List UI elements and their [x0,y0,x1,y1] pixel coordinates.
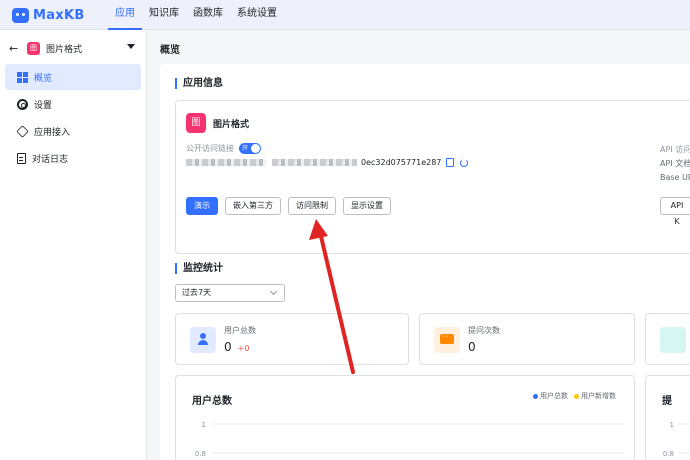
chart-card-users: 用户总数 用户总数 用户新增数 1 0.8 [175,375,635,460]
questions-line-chart: 10.8 [663,421,690,458]
public-link-label: 公开访问链接 开 [186,143,261,154]
overview-panel: 应用信息 图 图片格式 公开访问链接 开 0ec32d075771e287 AP… [160,64,690,460]
brand-logo[interactable]: MaxKB [12,6,85,24]
y-tick-label: 1 [670,421,674,429]
redacted-url-prefix [186,159,266,166]
stat-delta: +0 [237,344,250,353]
demo-button[interactable]: 演示 [186,197,218,215]
y-tick-label: 0.8 [195,450,206,458]
chart-card-questions: 提 1 0.8 [645,375,690,460]
sidebar-item-chat-log[interactable]: 对话日志 [5,145,141,171]
sidebar: ← 图 图片格式 概览 设置 应用接入 对话日志 [0,30,147,460]
back-arrow-icon[interactable]: ← [9,42,21,55]
stat-value-number: 0 [224,340,232,354]
section-title-app-info: 应用信息 [175,78,223,89]
sidebar-item-settings[interactable]: 设置 [5,91,141,117]
refresh-icon[interactable] [460,158,469,167]
stat-value: 0 [468,340,476,354]
sidebar-menu: 概览 设置 应用接入 对话日志 [5,64,141,172]
stat-value: 0 +0 [224,340,249,354]
app-info-card: 图 图片格式 公开访问链接 开 0ec32d075771e287 API 访问 … [175,100,690,254]
chevron-down-icon[interactable] [127,44,135,49]
stat-label: 用户总数 [224,326,256,335]
y-tick-label: 1 [202,421,206,429]
base-url-label: Base UR [660,173,690,182]
time-range-select[interactable]: 过去7天 [175,284,285,302]
app-avatar: 图 [27,41,40,55]
robot-logo-icon [12,7,29,23]
message-icon [434,327,460,353]
sidebar-item-label: 对话日志 [32,154,69,165]
app-switcher[interactable]: ← 图 图片格式 [9,39,137,57]
api-key-button[interactable]: API K [660,197,690,226]
nav-tab-functions[interactable]: 函数库 [186,0,230,30]
y-tick-label: 0.8 [663,450,674,458]
token-icon [660,327,686,353]
page-title: 概览 [160,45,180,56]
public-link-text[interactable]: 0ec32d075771e287 [361,158,441,167]
sidebar-item-app-access[interactable]: 应用接入 [5,118,141,144]
users-line-chart: 10.8 [195,421,624,458]
copy-icon[interactable] [446,158,455,167]
stat-label: 提问次数 [468,326,500,335]
public-link-toggle[interactable]: 开 [239,143,261,154]
top-navigation-bar: MaxKB 应用 知识库 函数库 系统设置 [0,0,690,30]
document-icon [17,152,26,164]
gear-icon [17,98,28,110]
api-info: API 访问 API 文档 Base UR [660,143,690,185]
user-icon [190,327,216,353]
redacted-url-middle [272,159,357,166]
display-settings-button[interactable]: 显示设置 [343,197,391,215]
stat-card-partial [645,313,690,365]
main-area: 概览 应用信息 图 图片格式 公开访问链接 开 0ec32d075771e287… [147,30,690,460]
embed-third-party-button[interactable]: 嵌入第三方 [225,197,281,215]
app-name: 图片格式 [213,120,250,130]
chevron-down-icon [269,287,278,296]
cube-icon [16,124,29,138]
app-name: 图片格式 [46,44,83,55]
app-avatar: 图 [186,113,206,133]
api-access-label: API 访问 [660,145,690,154]
stat-card-questions: 提问次数 0 [419,313,635,365]
grid-icon [17,71,28,83]
brand-name: MaxKB [33,7,85,23]
nav-tab-apps[interactable]: 应用 [108,0,142,30]
sidebar-item-label: 设置 [34,100,53,111]
stat-card-users: 用户总数 0 +0 [175,313,409,365]
public-link-label-text: 公开访问链接 [186,144,234,153]
nav-tab-knowledge[interactable]: 知识库 [142,0,186,30]
access-restriction-button[interactable]: 访问限制 [288,197,336,215]
nav-tab-settings[interactable]: 系统设置 [230,0,284,30]
section-title-monitoring: 监控统计 [175,263,223,274]
time-range-value: 过去7天 [182,288,212,297]
app-actions: 演示 嵌入第三方 访问限制 显示设置 [186,197,391,215]
main-nav: 应用 知识库 函数库 系统设置 [108,0,284,30]
sidebar-item-overview[interactable]: 概览 [5,64,141,90]
sidebar-item-label: 概览 [34,73,53,84]
api-docs-label[interactable]: API 文档 [660,157,690,171]
public-link-row: 0ec32d075771e287 [186,158,469,167]
sidebar-item-label: 应用接入 [34,127,71,138]
